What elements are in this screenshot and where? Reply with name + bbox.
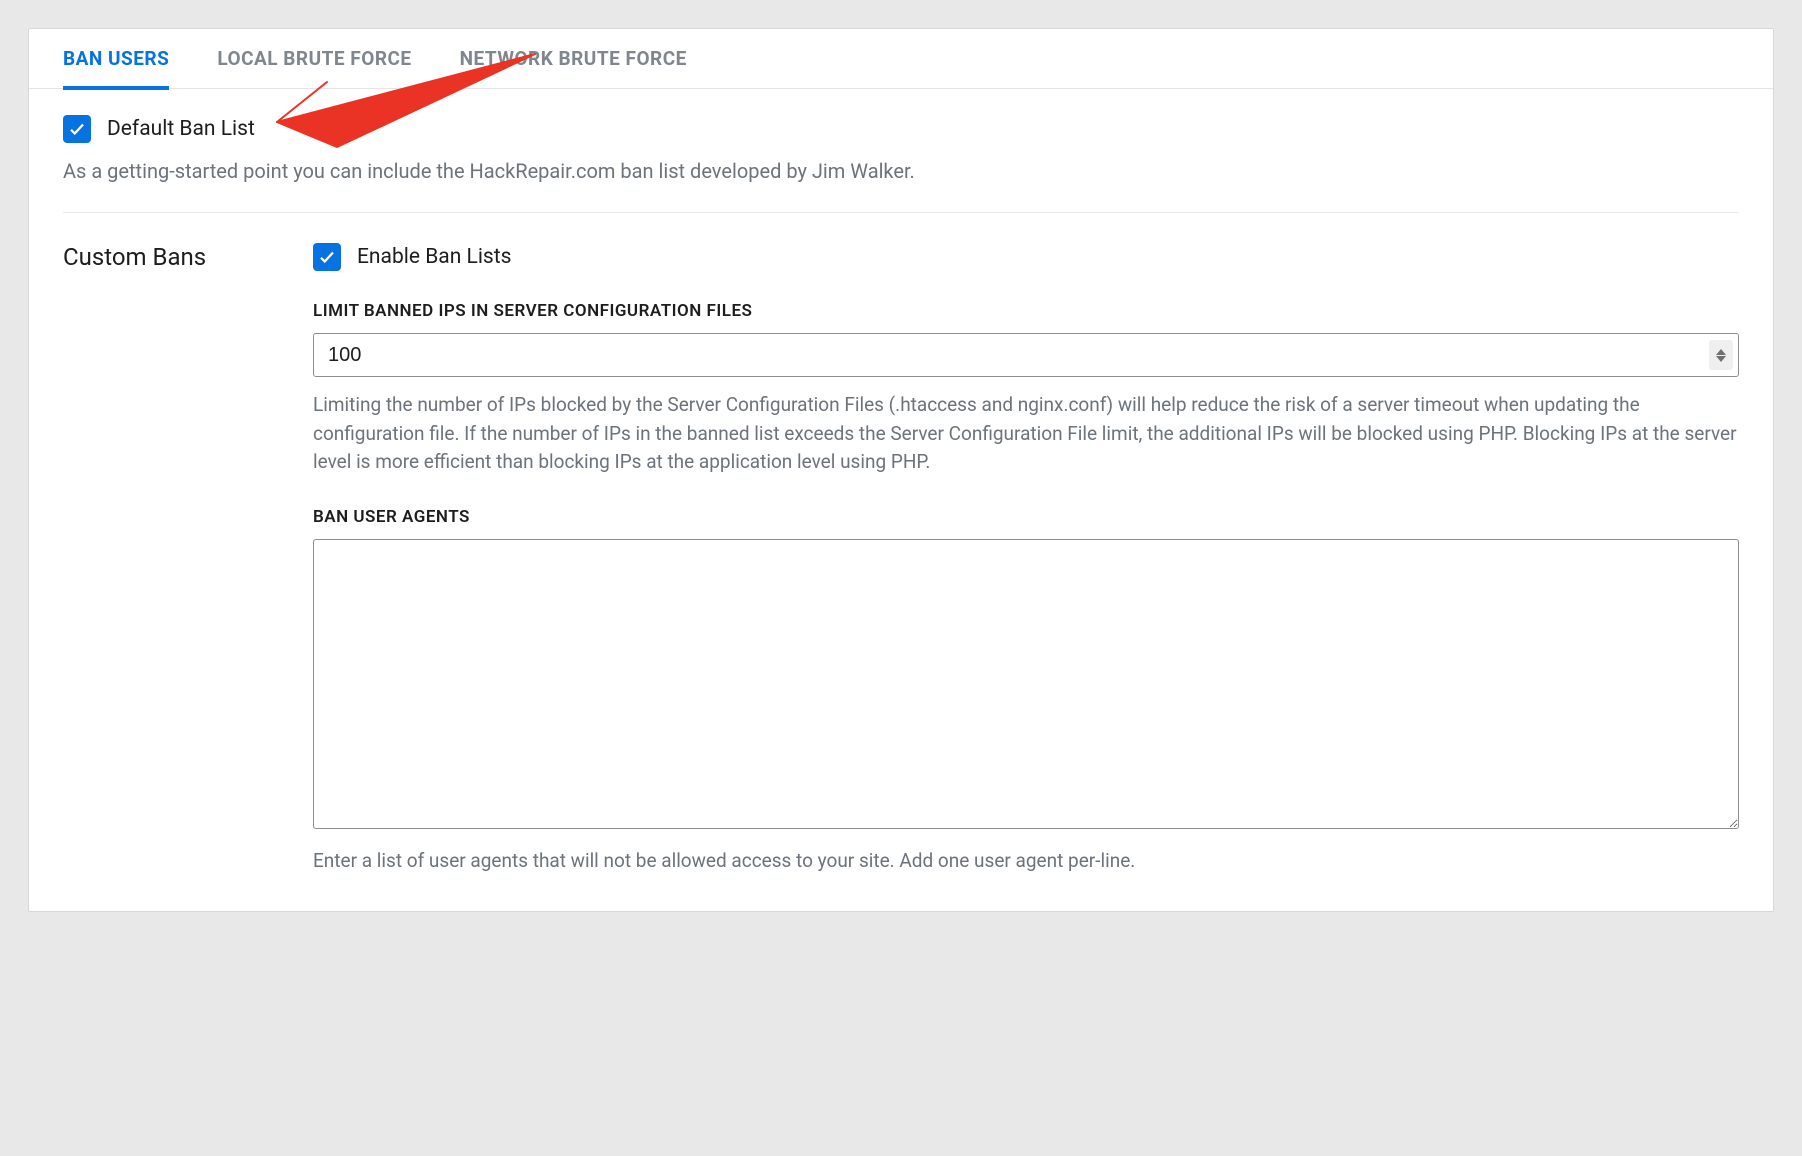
default-ban-checkbox[interactable]: [63, 115, 91, 143]
tabs-bar: BAN USERS LOCAL BRUTE FORCE NETWORK BRUT…: [29, 29, 1773, 89]
tab-ban-users[interactable]: BAN USERS: [63, 29, 169, 89]
tab-local-brute-force[interactable]: LOCAL BRUTE FORCE: [217, 29, 411, 89]
check-icon: [68, 120, 86, 138]
enable-ban-label: Enable Ban Lists: [357, 245, 511, 269]
limit-ips-input[interactable]: [313, 333, 1739, 377]
chevron-down-icon: [1716, 356, 1726, 362]
default-ban-label: Default Ban List: [107, 117, 255, 141]
settings-panel: BAN USERS LOCAL BRUTE FORCE NETWORK BRUT…: [28, 28, 1774, 912]
custom-bans-section: Custom Bans Enable Ban Lists LIMIT BANNE…: [63, 243, 1739, 875]
number-stepper[interactable]: [1709, 340, 1733, 370]
custom-bans-body: Enable Ban Lists LIMIT BANNED IPS IN SER…: [313, 243, 1739, 875]
ban-agents-description: Enter a list of user agents that will no…: [313, 847, 1739, 876]
limit-ips-label: LIMIT BANNED IPS IN SERVER CONFIGURATION…: [313, 301, 1739, 321]
tab-network-brute-force[interactable]: NETWORK BRUTE FORCE: [460, 29, 687, 89]
custom-bans-title: Custom Bans: [63, 243, 273, 875]
chevron-up-icon: [1716, 349, 1726, 355]
panel-body: Default Ban List As a getting-started po…: [29, 89, 1773, 911]
enable-ban-row: Enable Ban Lists: [313, 243, 1739, 271]
default-ban-help: As a getting-started point you can inclu…: [63, 157, 1739, 186]
check-icon: [318, 248, 336, 266]
default-ban-row: Default Ban List: [63, 115, 1739, 143]
section-divider: [63, 212, 1739, 213]
ban-agents-label: BAN USER AGENTS: [313, 507, 1739, 527]
enable-ban-checkbox[interactable]: [313, 243, 341, 271]
limit-ips-description: Limiting the number of IPs blocked by th…: [313, 391, 1739, 477]
ban-agents-textarea[interactable]: [313, 539, 1739, 829]
limit-ips-input-wrap: [313, 333, 1739, 377]
